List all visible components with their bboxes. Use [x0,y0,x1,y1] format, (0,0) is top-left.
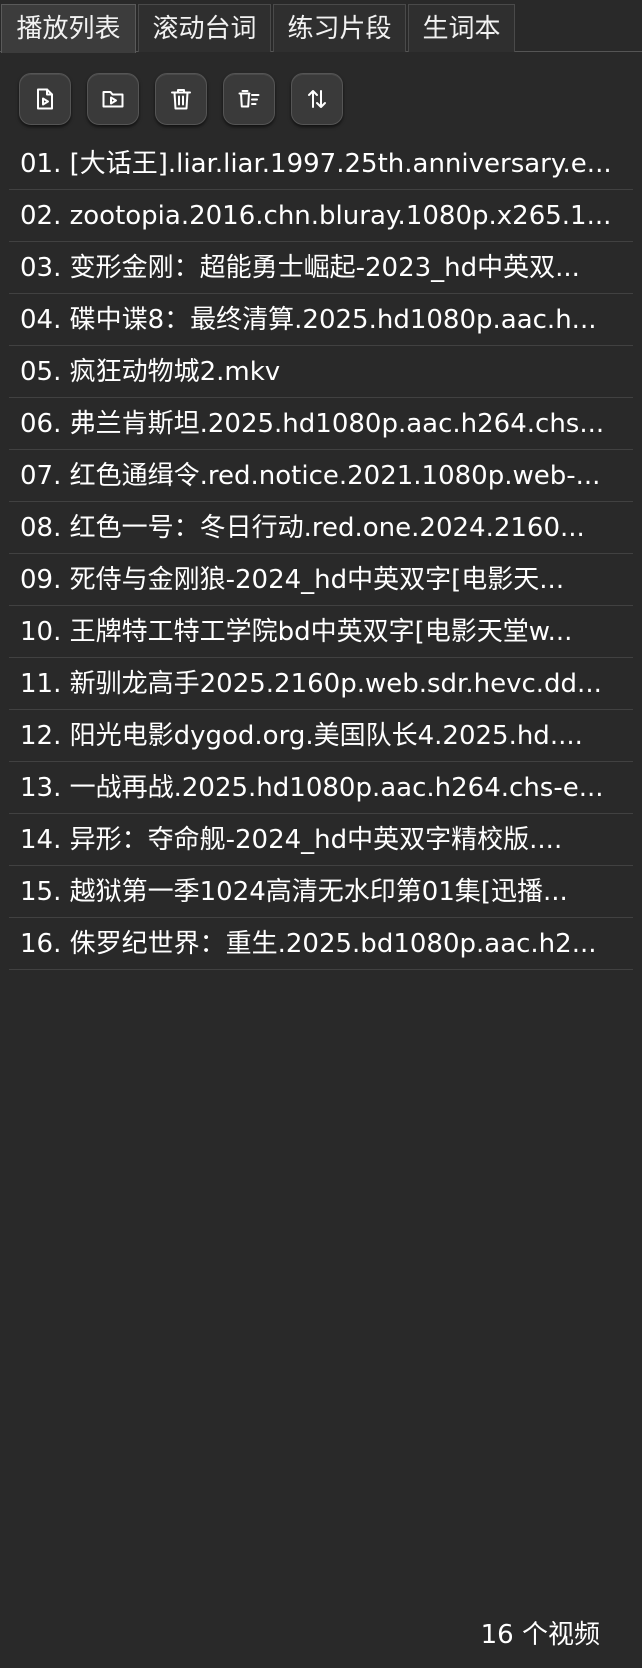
playlist-item[interactable]: 04. 碟中谍8：最终清算.2025.hd1080p.aac.h... [9,294,633,346]
add-video-file-button[interactable] [19,73,71,125]
playlist-item[interactable]: 01. [大话王].liar.liar.1997.25th.anniversar… [9,138,633,190]
add-video-folder-button[interactable] [87,73,139,125]
playlist-item[interactable]: 08. 红色一号：冬日行动.red.one.2024.2160... [9,502,633,554]
delete-button[interactable] [155,73,207,125]
add-video-file-icon [37,88,53,110]
playlist-item[interactable]: 05. 疯狂动物城2.mkv [9,346,633,398]
playlist-item[interactable]: 07. 红色通缉令.red.notice.2021.1080p.web-... [9,450,633,502]
playlist-item[interactable]: 02. zootopia.2016.chn.bluray.1080p.x265.… [9,190,633,242]
tab-vocabulary[interactable]: 生词本 [408,4,515,52]
playlist-item[interactable]: 15. 越狱第一季1024高清无水印第01集[迅播... [9,866,633,918]
playlist-item[interactable]: 09. 死侍与金刚狼-2024_hd中英双字[电影天... [9,554,633,606]
clear-list-icon [238,90,260,108]
playlist-item[interactable]: 11. 新驯龙高手2025.2160p.web.sdr.hevc.dd... [9,658,633,710]
playlist-item[interactable]: 16. 侏罗纪世界：重生.2025.bd1080p.aac.h2... [9,918,633,970]
tab-playlist[interactable]: 播放列表 [1,4,136,53]
playlist-item[interactable]: 14. 异形：夺命舰-2024_hd中英双字精校版.... [9,814,633,866]
tab-practice-clips[interactable]: 练习片段 [273,4,406,52]
playlist-item[interactable]: 12. 阳光电影dygod.org.美国队长4.2025.hd.... [9,710,633,762]
playlist-item[interactable]: 06. 弗兰肯斯坦.2025.hd1080p.aac.h264.chs... [9,398,633,450]
playlist-toolbar [0,52,642,132]
sort-icon [308,90,326,108]
playlist: 01. [大话王].liar.liar.1997.25th.anniversar… [9,138,633,970]
video-count-label: 16 个视频 [480,1620,600,1650]
playlist-item[interactable]: 10. 王牌特工特工学院bd中英双字[电影天堂w... [9,606,633,658]
playlist-item[interactable]: 03. 变形金刚：超能勇士崛起-2023_hd中英双... [9,242,633,294]
tab-scrolling-lines[interactable]: 滚动台词 [138,4,271,52]
playlist-item[interactable]: 13. 一战再战.2025.hd1080p.aac.h264.chs-e... [9,762,633,814]
delete-icon [171,89,191,110]
tab-bar: 播放列表 滚动台词 练习片段 生词本 [0,0,642,53]
add-video-folder-icon [102,91,124,108]
clear-list-button[interactable] [223,73,275,125]
sort-button[interactable] [291,73,343,125]
